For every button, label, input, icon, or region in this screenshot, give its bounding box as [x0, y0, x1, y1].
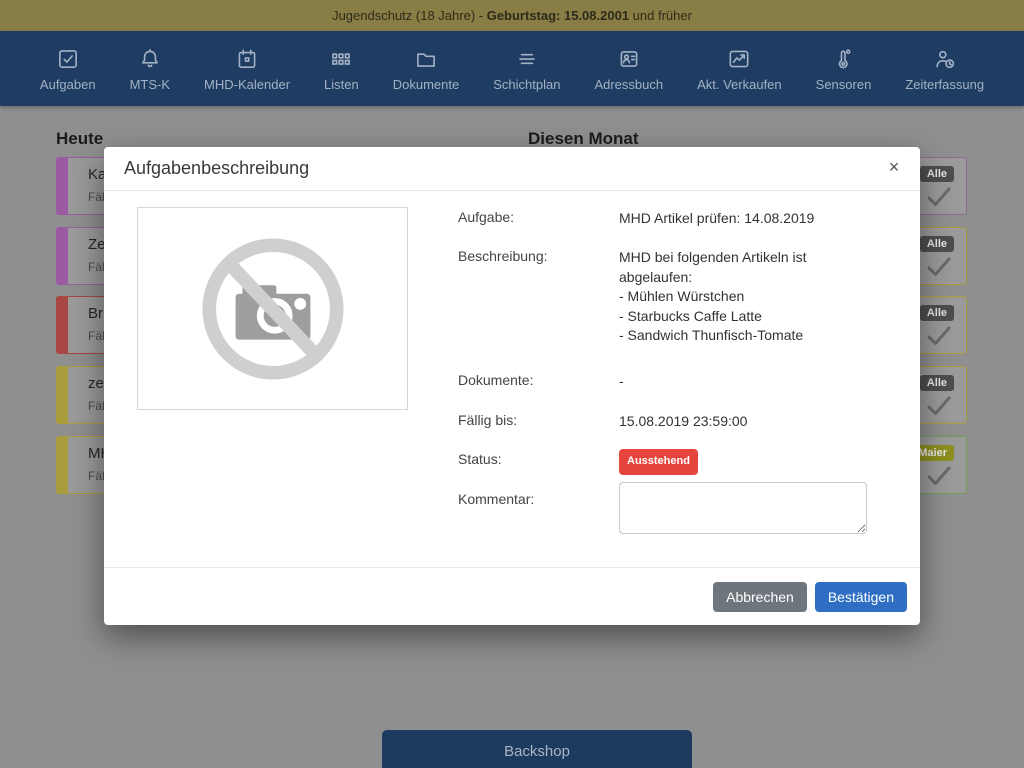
nav-item[interactable]: Dokumente [393, 46, 459, 92]
kommentar-input[interactable] [619, 482, 867, 534]
task-check-icon[interactable] [926, 465, 952, 487]
checkbox-icon [55, 46, 81, 72]
nav-item[interactable]: Listen [324, 46, 359, 92]
task-image-placeholder [137, 207, 408, 410]
task-card-title: ze [88, 375, 104, 392]
assignee-badge: Alle [920, 305, 954, 321]
backshop-button[interactable]: Backshop [382, 730, 692, 768]
nav-item[interactable]: Zeiterfassung [905, 46, 984, 92]
nav-item-label: Adressbuch [594, 77, 663, 92]
aufgabe-label: Aufgabe: [458, 209, 514, 225]
beschreibung-value: MHD bei folgenden Artikeln ist abgelaufe… [619, 248, 867, 346]
jugendschutz-text: Jugendschutz (18 Jahre) - Geburtstag: 15… [332, 8, 692, 23]
task-check-icon[interactable] [926, 256, 952, 278]
nav-item[interactable]: Akt. Verkaufen [697, 46, 782, 92]
beschreibung-line: - Starbucks Caffe Latte [619, 307, 867, 327]
diesen-monat-heading: Diesen Monat [528, 129, 639, 149]
nav-item[interactable]: Schichtplan [493, 46, 560, 92]
task-card-due: Fäl [88, 469, 105, 483]
close-icon[interactable]: × [882, 155, 906, 179]
aufgabenbeschreibung-modal: Aufgabenbeschreibung × Aufgabe: MHD Arti… [104, 147, 920, 625]
jugendschutz-birthdate: Geburtstag: 15.08.2001 [487, 8, 629, 23]
status-badge: Ausstehend [619, 449, 698, 475]
task-check-icon[interactable] [926, 186, 952, 208]
task-card-due: Fäl [88, 260, 105, 274]
beschreibung-line: - Sandwich Thunfisch-Tomate [619, 326, 867, 346]
faellig-bis-label: Fällig bis: [458, 412, 517, 428]
nav-item-label: Aufgaben [40, 77, 96, 92]
modal-title: Aufgabenbeschreibung [124, 158, 309, 179]
beschreibung-line: - Mühlen Würstchen [619, 287, 867, 307]
cancel-button[interactable]: Abbrechen [713, 582, 807, 612]
task-card-due: Fäl [88, 399, 105, 413]
heute-heading: Heute [56, 129, 103, 149]
task-check-icon[interactable] [926, 325, 952, 347]
nav-item[interactable]: Adressbuch [594, 46, 663, 92]
bell-icon [137, 46, 163, 72]
dokumente-value: - [619, 372, 867, 392]
task-card-title: Ze [88, 236, 106, 253]
confirm-button[interactable]: Bestätigen [815, 582, 907, 612]
person-clock-icon [932, 46, 958, 72]
aufgabe-value: MHD Artikel prüfen: 14.08.2019 [619, 209, 867, 229]
nav-item-label: Listen [324, 77, 359, 92]
beschreibung-line: MHD bei folgenden Artikeln ist abgelaufe… [619, 248, 867, 287]
assignee-badge: Alle [920, 375, 954, 391]
task-check-icon[interactable] [926, 395, 952, 417]
nav-item-label: Schichtplan [493, 77, 560, 92]
no-image-icon [188, 224, 358, 394]
beschreibung-label: Beschreibung: [458, 248, 548, 264]
task-card-due: Fäl [88, 190, 105, 204]
nav-item[interactable]: MHD-Kalender [204, 46, 290, 92]
nav-item-label: Akt. Verkaufen [697, 77, 782, 92]
nav-item-label: MTS-K [130, 77, 170, 92]
dokumente-label: Dokumente: [458, 372, 533, 388]
nav-item-label: MHD-Kalender [204, 77, 290, 92]
modal-footer: Abbrechen Bestätigen [104, 567, 920, 625]
assignee-badge: Alle [920, 166, 954, 182]
grid-icon [328, 46, 354, 72]
jugendschutz-bar: Jugendschutz (18 Jahre) - Geburtstag: 15… [0, 0, 1024, 31]
nav-item[interactable]: Sensoren [816, 46, 872, 92]
assignee-badge: Alle [920, 236, 954, 252]
list-lines-icon [514, 46, 540, 72]
kommentar-label: Kommentar: [458, 491, 534, 507]
task-card-title: Br [88, 305, 103, 322]
task-card-due: Fäl [88, 329, 105, 343]
status-label: Status: [458, 451, 502, 467]
nav-item-label: Zeiterfassung [905, 77, 984, 92]
thermometer-icon [830, 46, 856, 72]
faellig-bis-value: 15.08.2019 23:59:00 [619, 412, 867, 432]
modal-header: Aufgabenbeschreibung × [104, 147, 920, 191]
folder-icon [413, 46, 439, 72]
nav-item[interactable]: Aufgaben [40, 46, 96, 92]
app-window: Jugendschutz (18 Jahre) - Geburtstag: 15… [0, 0, 1024, 768]
nav-item[interactable]: MTS-K [130, 46, 170, 92]
chart-icon [726, 46, 752, 72]
nav-item-label: Dokumente [393, 77, 459, 92]
main-nav: Aufgaben MTS-K MHD-Kalender Listen Dokum… [0, 31, 1024, 106]
calendar-icon [234, 46, 260, 72]
nav-item-label: Sensoren [816, 77, 872, 92]
contact-card-icon [616, 46, 642, 72]
